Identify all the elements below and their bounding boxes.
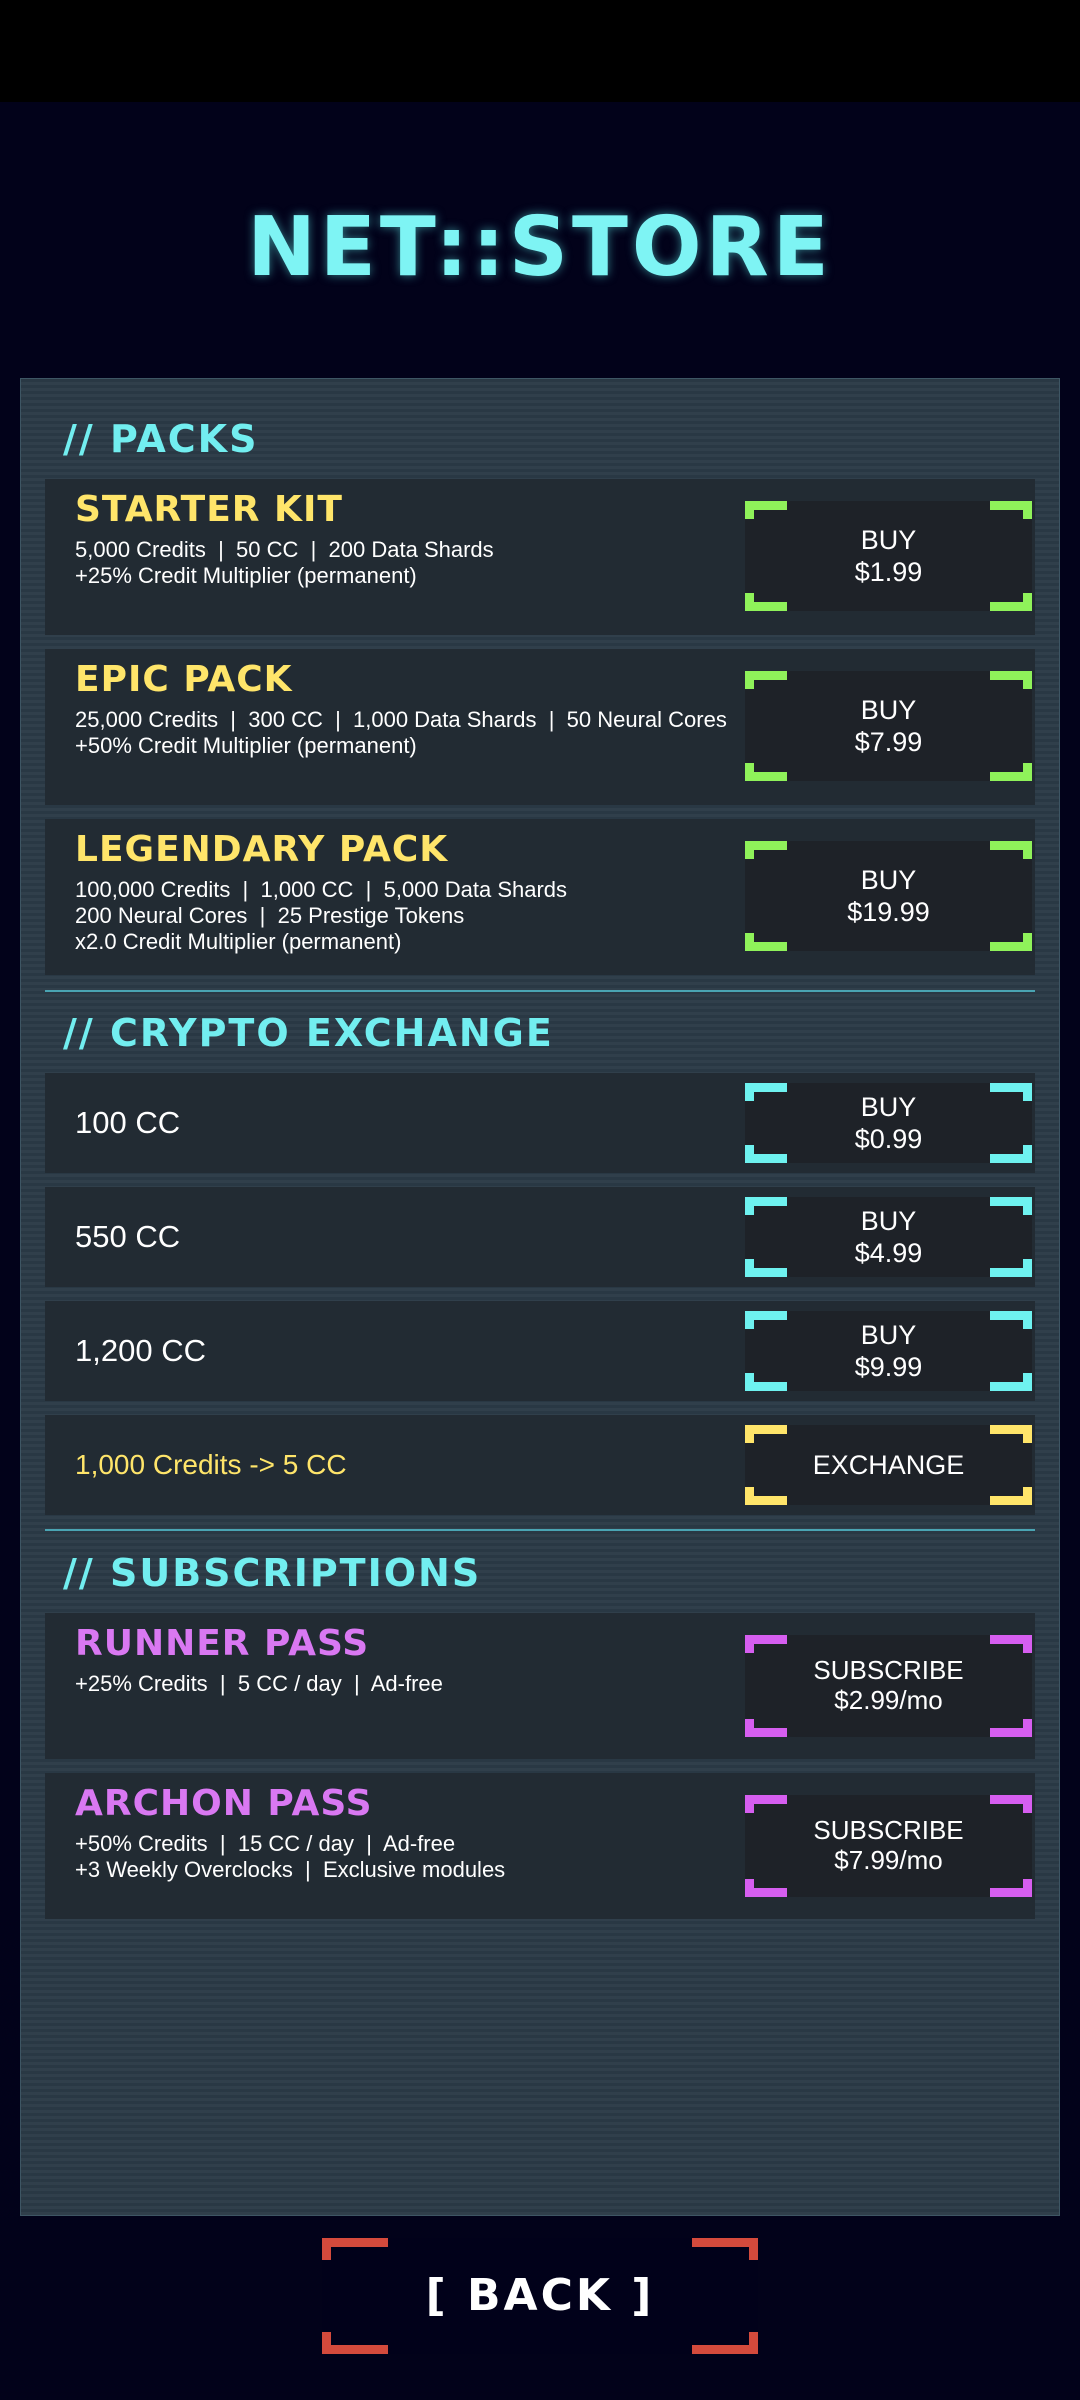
button-label: SUBSCRIBE <box>813 1655 964 1685</box>
subscription-card-archon-pass: ARCHON PASS +50% Credits | 15 CC / day |… <box>45 1773 1035 1919</box>
crypto-card-1200-cc: 1,200 CC BUY $9.99 <box>45 1301 1035 1401</box>
pack-description: 25,000 Credits | 300 CC | 1,000 Data Sha… <box>75 707 727 758</box>
buy-550-cc-button[interactable]: BUY $4.99 <box>745 1197 1032 1277</box>
button-price: $7.99 <box>854 727 923 757</box>
buy-100-cc-button[interactable]: BUY $0.99 <box>745 1083 1032 1163</box>
button-label: BUY <box>860 525 917 555</box>
back-button[interactable]: [ BACK ] <box>322 2238 758 2354</box>
subscribe-archon-pass-button[interactable]: SUBSCRIBE $7.99/mo <box>745 1795 1032 1897</box>
pack-name: EPIC PACK <box>75 659 293 700</box>
subscribe-runner-pass-button[interactable]: SUBSCRIBE $2.99/mo <box>745 1635 1032 1737</box>
back-button-label: [ BACK ] <box>425 2270 655 2321</box>
button-price: $7.99/mo <box>834 1845 943 1875</box>
subscription-description: +50% Credits | 15 CC / day | Ad-free +3 … <box>75 1831 506 1882</box>
buy-starter-kit-button[interactable]: BUY $1.99 <box>745 501 1032 611</box>
section-divider <box>45 990 1035 992</box>
buy-epic-pack-button[interactable]: BUY $7.99 <box>745 671 1032 781</box>
section-title-crypto-exchange: // CRYPTO EXCHANGE <box>63 1011 554 1055</box>
subscription-description: +25% Credits | 5 CC / day | Ad-free <box>75 1671 443 1696</box>
credit-exchange-card: 1,000 Credits -> 5 CC EXCHANGE <box>45 1415 1035 1515</box>
status-bar <box>0 0 1080 102</box>
crypto-amount: 100 CC <box>75 1105 181 1140</box>
section-title-subscriptions: // SUBSCRIPTIONS <box>63 1551 482 1595</box>
button-label: BUY <box>860 1320 917 1350</box>
store-title: NET::STORE <box>247 200 833 295</box>
button-price: $2.99/mo <box>834 1685 943 1715</box>
button-label: BUY <box>860 1092 917 1122</box>
pack-name: STARTER KIT <box>75 489 343 530</box>
subscription-name: RUNNER PASS <box>75 1623 370 1664</box>
exchange-rate-text: 1,000 Credits -> 5 CC <box>75 1449 347 1480</box>
pack-name: LEGENDARY PACK <box>75 829 449 870</box>
subscription-card-runner-pass: RUNNER PASS +25% Credits | 5 CC / day | … <box>45 1613 1035 1759</box>
section-divider <box>45 1529 1035 1531</box>
crypto-amount: 550 CC <box>75 1219 181 1254</box>
button-label: BUY <box>860 865 917 895</box>
store-panel: // PACKS STARTER KIT 5,000 Credits | 50 … <box>20 378 1060 2216</box>
pack-card-legendary-pack: LEGENDARY PACK 100,000 Credits | 1,000 C… <box>45 819 1035 975</box>
exchange-button[interactable]: EXCHANGE <box>745 1425 1032 1505</box>
button-price: $4.99 <box>854 1238 923 1268</box>
pack-description: 5,000 Credits | 50 CC | 200 Data Shards … <box>75 537 494 588</box>
button-price: $9.99 <box>854 1352 923 1382</box>
button-label: SUBSCRIBE <box>813 1815 964 1845</box>
button-price: $19.99 <box>847 897 930 927</box>
crypto-card-100-cc: 100 CC BUY $0.99 <box>45 1073 1035 1173</box>
crypto-amount: 1,200 CC <box>75 1333 206 1368</box>
button-price: $0.99 <box>854 1124 923 1154</box>
pack-description: 100,000 Credits | 1,000 CC | 5,000 Data … <box>75 877 568 954</box>
button-label: BUY <box>860 1206 917 1236</box>
section-title-packs: // PACKS <box>63 417 259 461</box>
buy-legendary-pack-button[interactable]: BUY $19.99 <box>745 841 1032 951</box>
pack-card-starter-kit: STARTER KIT 5,000 Credits | 50 CC | 200 … <box>45 479 1035 635</box>
button-label: BUY <box>860 695 917 725</box>
pack-card-epic-pack: EPIC PACK 25,000 Credits | 300 CC | 1,00… <box>45 649 1035 805</box>
button-price: $1.99 <box>854 557 923 587</box>
subscription-name: ARCHON PASS <box>75 1783 373 1824</box>
buy-1200-cc-button[interactable]: BUY $9.99 <box>745 1311 1032 1391</box>
button-label: EXCHANGE <box>812 1450 965 1480</box>
crypto-card-550-cc: 550 CC BUY $4.99 <box>45 1187 1035 1287</box>
